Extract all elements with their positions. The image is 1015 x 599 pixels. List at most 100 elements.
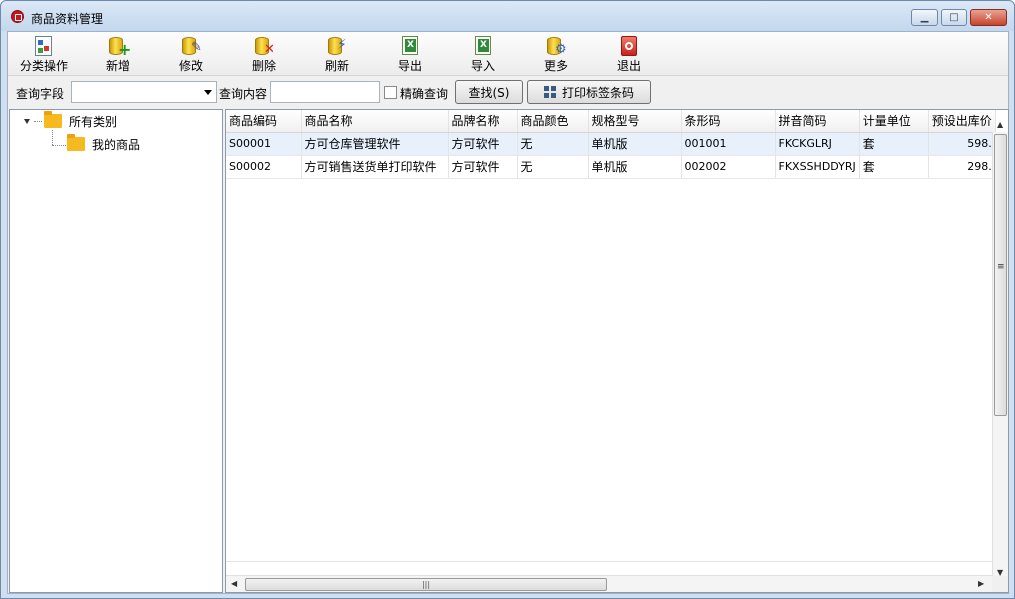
import-excel-icon [472,35,494,55]
table-cell: 方可软件 [448,132,518,156]
collapse-arrow-icon[interactable] [24,118,30,124]
exit-button[interactable]: 退出 [599,34,659,74]
find-button-label: 查找(S) [468,85,510,100]
add-button[interactable]: + 新增 [88,34,148,74]
table-cell: 方可销售送货单打印软件 [301,155,449,179]
table-cell: 单机版 [588,132,682,156]
table-cell: S00002 [226,155,302,179]
close-button[interactable]: ✕ [970,9,1007,26]
category-icon [33,35,55,56]
table-cell: 单机版 [588,155,682,179]
print-barcode-label: 打印标签条码 [561,85,634,100]
client-area: 分类操作 + 新增 ✎ 修改 ✕ 删除 ⚡ 刷新 X 导出 X 导入 ⚙ 更多 … [7,31,1009,594]
export-button-label: 导出 [397,59,422,73]
product-grid: 商品编码 商品名称 品牌名称 商品颜色 规格型号 条形码 拼音简码 计量单位 预… [225,109,1009,593]
vertical-scrollbar[interactable]: ▲ ≡ ▼ [992,120,1008,581]
close-icon: ✕ [984,12,993,23]
product-table: 商品编码 商品名称 品牌名称 商品颜色 规格型号 条形码 拼音简码 计量单位 预… [226,110,996,179]
table-cell: 无 [517,132,589,156]
more-button[interactable]: ⚙ 更多 [526,34,586,74]
add-button-label: 新增 [105,59,130,73]
table-row[interactable]: S00002 方可销售送货单打印软件 方可软件 无 单机版 002002 FKX… [226,155,996,179]
table-cell: S00001 [226,132,302,156]
scroll-left-arrow-icon[interactable]: ◀ [231,579,237,588]
edit-button[interactable]: ✎ 修改 [161,34,221,74]
window-title: 商品资料管理 [31,12,104,26]
search-bar: 查询字段 查询内容 精确查询 查找(S) 打印标签条码 [8,77,1008,107]
tree-node-label: 所有类别 [69,114,118,129]
tree-node-my-products[interactable]: 我的商品 [67,134,141,153]
table-cell: FKXSSHDDYRJ [775,155,860,179]
table-cell: 套 [859,155,929,179]
import-button-label: 导入 [470,59,495,73]
more-icon: ⚙ [545,35,567,56]
find-button[interactable]: 查找(S) [455,80,523,104]
title-bar[interactable]: 商品资料管理 ▁ □ ✕ [1,1,1014,31]
minimize-button[interactable]: ▁ [911,9,938,26]
delete-icon: ✕ [253,35,275,56]
minimize-icon: ▁ [920,12,929,23]
query-content-label: 查询内容 [219,87,268,101]
folder-icon [67,134,85,151]
edit-icon: ✎ [180,35,202,55]
toolbar: 分类操作 + 新增 ✎ 修改 ✕ 删除 ⚡ 刷新 X 导出 X 导入 ⚙ 更多 … [8,32,1008,76]
delete-button-label: 删除 [251,59,276,73]
scroll-up-arrow-icon[interactable]: ▲ [997,120,1003,129]
tree-node-label: 我的商品 [92,137,141,152]
edit-button-label: 修改 [178,59,203,73]
refresh-icon: ⚡ [326,35,348,55]
table-cell: 无 [517,155,589,179]
column-header[interactable]: 商品颜色 [517,110,589,133]
maximize-icon: □ [949,12,959,23]
table-cell: 套 [859,132,929,156]
query-field-select[interactable] [71,81,217,103]
column-header[interactable]: 预设出库价 [928,110,996,133]
category-tree: 所有类别 我的商品 [9,109,223,593]
column-header[interactable]: 品牌名称 [448,110,518,133]
import-button[interactable]: 导入 [453,34,513,74]
category-button-label: 分类操作 [19,59,68,73]
horizontal-scrollbar[interactable]: ◀ ||| ▶ [226,575,992,592]
column-header[interactable]: 计量单位 [859,110,929,133]
more-button-label: 更多 [543,59,568,73]
column-header[interactable]: 规格型号 [588,110,682,133]
add-icon: + [107,35,131,58]
column-header[interactable]: 商品编码 [226,110,302,133]
table-cell: 298. [928,155,996,179]
print-barcode-button[interactable]: 打印标签条码 [527,80,651,104]
table-cell: 598. [928,132,996,156]
table-cell: 方可仓库管理软件 [301,132,449,156]
query-content-input[interactable] [270,81,380,103]
column-header[interactable]: 条形码 [681,110,776,133]
app-logo-icon [11,10,24,23]
table-row[interactable]: S00001 方可仓库管理软件 方可软件 无 单机版 001001 FKCKGL… [226,132,996,156]
column-header[interactable]: 拼音简码 [775,110,860,133]
refresh-button[interactable]: ⚡ 刷新 [307,34,367,74]
barcode-grid-icon [543,86,556,98]
exit-icon [618,35,640,56]
maximize-button[interactable]: □ [941,9,967,26]
query-field-label: 查询字段 [16,87,65,101]
category-button[interactable]: 分类操作 [14,34,74,74]
scroll-right-arrow-icon[interactable]: ▶ [978,579,984,588]
column-header[interactable]: 商品名称 [301,110,449,133]
table-cell: 001001 [681,132,776,156]
vertical-scroll-thumb[interactable] [994,134,1007,416]
folder-icon [44,111,62,128]
exact-query-label: 精确查询 [400,87,449,101]
tree-node-all-categories[interactable]: 所有类别 [24,111,118,130]
dropdown-arrow-icon [204,90,212,95]
exit-button-label: 退出 [616,59,641,73]
main-window: 商品资料管理 ▁ □ ✕ 分类操作 + 新增 ✎ 修改 ✕ 删除 ⚡ 刷新 X … [0,0,1015,599]
export-button[interactable]: 导出 [380,34,440,74]
delete-button[interactable]: ✕ 删除 [234,34,294,74]
table-header: 商品编码 商品名称 品牌名称 商品颜色 规格型号 条形码 拼音简码 计量单位 预… [226,110,996,133]
table-cell: 方可软件 [448,155,518,179]
table-cell: FKCKGLRJ [775,132,860,156]
resize-grip-icon[interactable] [992,576,1008,592]
table-cell: 002002 [681,155,776,179]
horizontal-scroll-thumb[interactable]: ||| [245,578,607,591]
thumb-grip-icon: ≡ [997,262,1005,272]
export-excel-icon [399,35,421,55]
exact-query-checkbox[interactable] [384,86,397,99]
